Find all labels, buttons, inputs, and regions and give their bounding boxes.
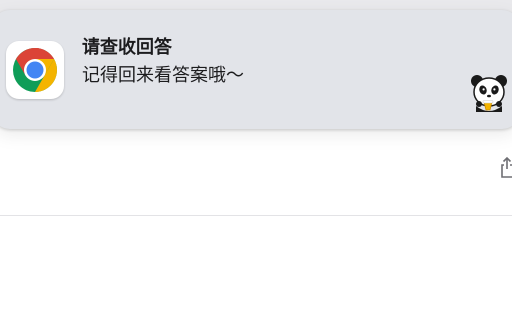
share-icon[interactable] — [500, 155, 512, 179]
chrome-logo-graphic — [13, 48, 57, 92]
chrome-logo-icon — [6, 41, 64, 99]
panda-sticker-icon — [468, 72, 510, 114]
notification-title: 请查收回答 — [82, 37, 172, 58]
divider — [0, 215, 512, 216]
notification-banner[interactable]: 请查收回答 记得回来看答案哦～ — [0, 10, 512, 129]
notification-body: 记得回来看答案哦～ — [82, 65, 244, 86]
